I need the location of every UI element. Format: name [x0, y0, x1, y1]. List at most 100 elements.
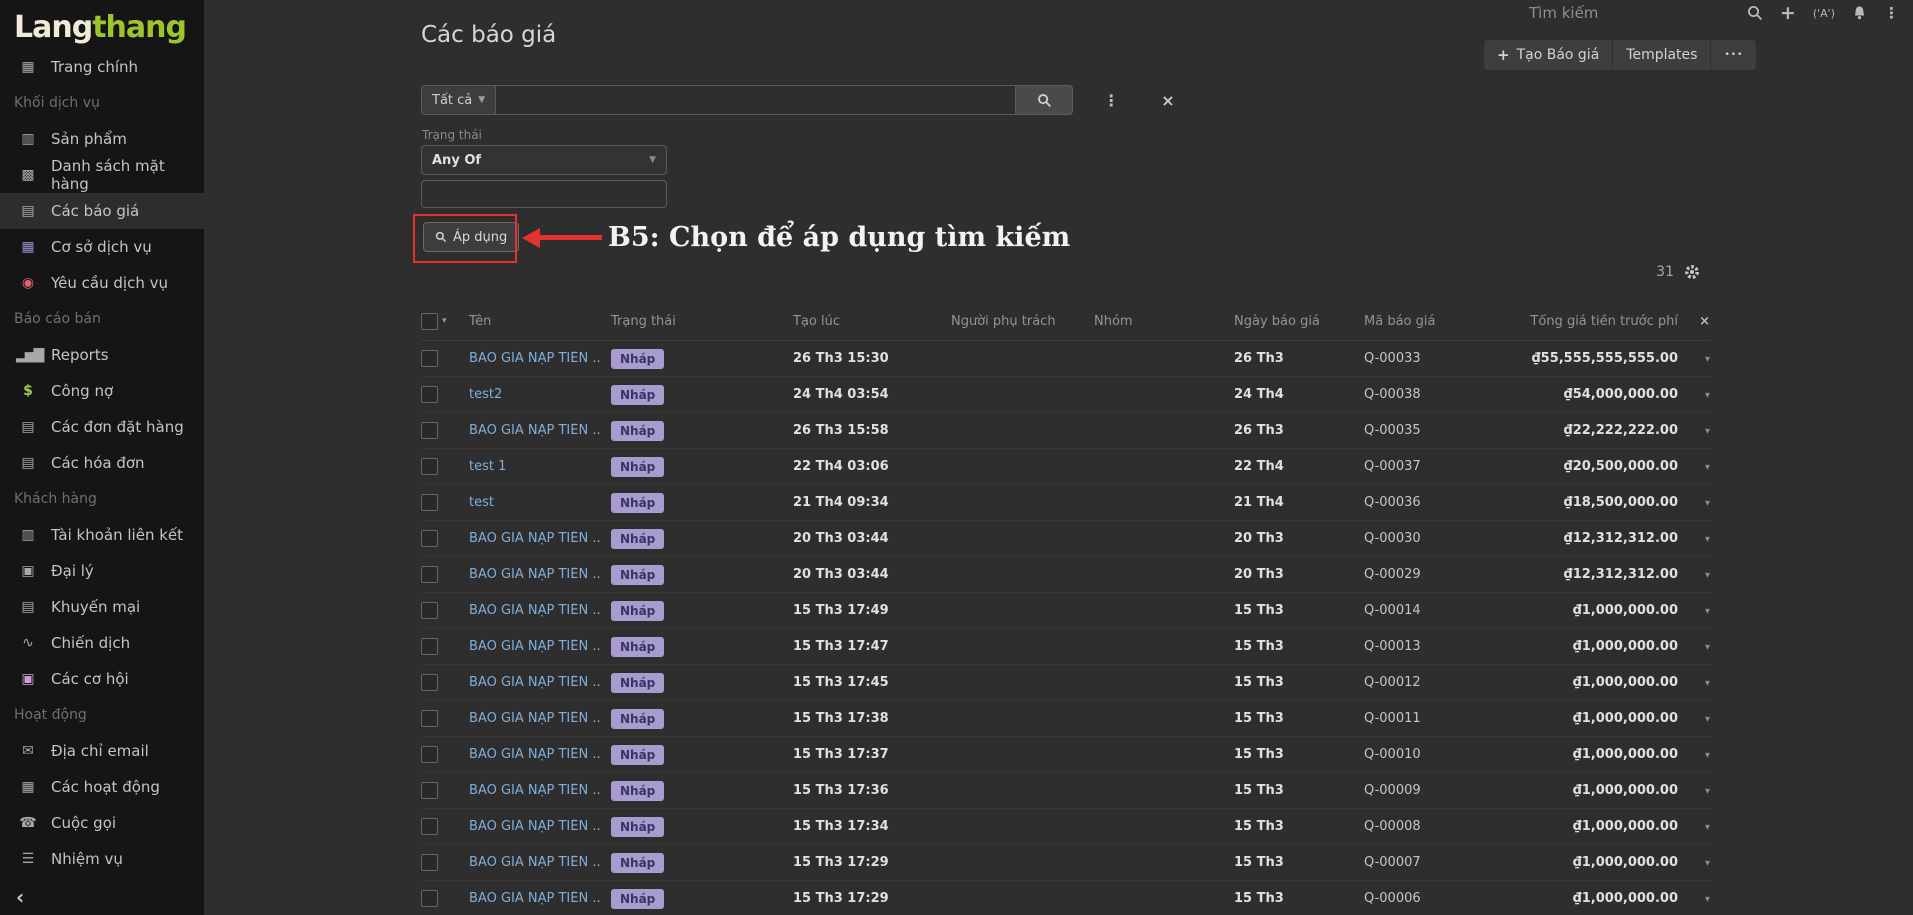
column-header-qnum[interactable]: Mã báo giá — [1354, 314, 1506, 329]
row-checkbox[interactable] — [421, 530, 438, 547]
row-checkbox[interactable] — [421, 818, 438, 835]
row-checkbox[interactable] — [421, 638, 438, 655]
quote-name-link[interactable]: BÁO GIÁ NẠP TIỀN ... — [469, 891, 601, 906]
sidebar-item-dollar[interactable]: $Công nợ — [0, 373, 204, 409]
row-actions-caret-icon[interactable]: ▾ — [1705, 750, 1710, 761]
row-actions-caret-icon[interactable]: ▾ — [1705, 858, 1710, 869]
sidebar-item-service-grid[interactable]: ▦Cơ sở dịch vụ — [0, 229, 204, 265]
sidebar-item-invoice-document[interactable]: ▤Các hóa đơn — [0, 445, 204, 481]
row-checkbox[interactable] — [421, 494, 438, 511]
row-checkbox[interactable] — [421, 602, 438, 619]
row-checkbox[interactable] — [421, 386, 438, 403]
search-options-dots-icon[interactable]: ⋮ — [1103, 91, 1119, 110]
status-cell: Nháp — [601, 601, 783, 621]
row-actions-caret-icon[interactable]: ▾ — [1705, 570, 1710, 581]
sidebar-item-linked-accounts[interactable]: ▥Tài khoản liên kết — [0, 517, 204, 553]
sidebar-item-agent-card[interactable]: ▣Đại lý — [0, 553, 204, 589]
quote-name-link[interactable]: BÁO GIÁ NẠP TIỀN ... — [469, 351, 601, 366]
filter-value-input[interactable] — [421, 180, 667, 208]
quote-name-link[interactable]: BÁO GIÁ NẠP TIỀN ... — [469, 675, 601, 690]
row-actions-caret-icon[interactable]: ▾ — [1705, 534, 1710, 545]
quote-name-link[interactable]: BÁO GIÁ NẠP TIỀN ... — [469, 747, 601, 762]
broadcast-icon[interactable]: ('A') — [1813, 4, 1835, 22]
gear-icon[interactable] — [1684, 264, 1700, 280]
column-header-assigned[interactable]: Người phụ trách — [941, 314, 1084, 329]
row-actions-caret-icon[interactable]: ▾ — [1705, 642, 1710, 653]
row-actions-caret-icon[interactable]: ▾ — [1705, 786, 1710, 797]
quote-name-link[interactable]: BÁO GIÁ NẠP TIỀN ... — [469, 855, 601, 870]
row-checkbox[interactable] — [421, 566, 438, 583]
templates-button[interactable]: Templates — [1613, 40, 1711, 70]
row-actions-caret-icon[interactable]: ▾ — [1705, 714, 1710, 725]
sidebar-collapse-chevron-icon[interactable]: ‹ — [16, 885, 24, 909]
row-actions-caret-icon[interactable]: ▾ — [1705, 390, 1710, 401]
column-header-amount[interactable]: Tổng giá tiền trước phí — [1506, 314, 1680, 329]
sidebar-item-promotion[interactable]: ▤Khuyến mại — [0, 589, 204, 625]
row-checkbox[interactable] — [421, 350, 438, 367]
global-search-label[interactable]: Tìm kiếm — [1529, 4, 1598, 22]
quote-name-link[interactable]: test2 — [469, 387, 502, 402]
quote-name-link[interactable]: BÁO GIÁ NẠP TIỀN ... — [469, 567, 601, 582]
add-icon[interactable]: + — [1780, 4, 1796, 22]
quote-name-link[interactable]: test 1 — [469, 459, 506, 474]
search-input[interactable] — [496, 85, 1016, 115]
create-quote-button[interactable]: +Tạo Báo giá — [1484, 40, 1613, 70]
search-submit-button[interactable] — [1016, 85, 1073, 115]
notifications-bell-icon[interactable] — [1852, 4, 1867, 22]
sidebar-item-opportunity-card[interactable]: ▣Các cơ hội — [0, 661, 204, 697]
row-actions-caret-icon[interactable]: ▾ — [1705, 822, 1710, 833]
sidebar-item-quote-document[interactable]: ▤Các báo giá — [0, 193, 204, 229]
sidebar-item-task-list[interactable]: ☰Nhiệm vụ — [0, 841, 204, 877]
quote-name-link[interactable]: BÁO GIÁ NẠP TIỀN ... — [469, 531, 601, 546]
quote-name-link[interactable]: BÁO GIÁ NẠP TIỀN ... — [469, 711, 601, 726]
select-menu-caret-icon[interactable]: ▾ — [442, 316, 447, 326]
more-actions-button[interactable]: ••• — [1711, 40, 1756, 70]
sidebar-item-service-request-target[interactable]: ◉Yêu cầu dịch vụ — [0, 265, 204, 301]
quote-name-link[interactable]: BÁO GIÁ NẠP TIỀN ... — [469, 423, 601, 438]
row-checkbox[interactable] — [421, 890, 438, 907]
row-actions-caret-icon[interactable]: ▾ — [1705, 606, 1710, 617]
select-all-checkbox[interactable] — [421, 313, 438, 330]
search-scope-button[interactable]: Tất cả▼ — [421, 85, 496, 115]
sidebar-item-item-list[interactable]: ▩Danh sách mặt hàng — [0, 157, 204, 193]
row-select-cell — [421, 458, 459, 475]
search-icon[interactable] — [1747, 4, 1763, 22]
row-checkbox[interactable] — [421, 746, 438, 763]
column-header-name[interactable]: Tên — [459, 314, 601, 329]
row-checkbox[interactable] — [421, 674, 438, 691]
sidebar-item-dashboard-grid[interactable]: ▦Trang chính — [0, 49, 204, 85]
row-checkbox[interactable] — [421, 710, 438, 727]
row-actions-caret-icon[interactable]: ▾ — [1705, 354, 1710, 365]
topbar-menu-dots-icon[interactable]: ⋮ — [1884, 4, 1899, 22]
row-actions-cell: ▾ — [1680, 495, 1710, 510]
row-checkbox[interactable] — [421, 458, 438, 475]
row-actions-caret-icon[interactable]: ▾ — [1705, 894, 1710, 905]
quote-name-link[interactable]: test — [469, 495, 494, 510]
sidebar-item-calendar[interactable]: ▦Các hoạt động — [0, 769, 204, 805]
row-checkbox[interactable] — [421, 854, 438, 871]
row-actions-caret-icon[interactable]: ▾ — [1705, 426, 1710, 437]
quote-name-link[interactable]: BÁO GIÁ NẠP TIỀN ... — [469, 819, 601, 834]
column-header-created[interactable]: Tạo lúc — [783, 314, 941, 329]
app-logo[interactable]: Langthang — [0, 0, 204, 49]
row-checkbox[interactable] — [421, 782, 438, 799]
filter-operator-select[interactable]: Any Of▼ — [421, 145, 667, 175]
row-actions-caret-icon[interactable]: ▾ — [1705, 498, 1710, 509]
sidebar-item-phone[interactable]: ☎Cuộc gọi — [0, 805, 204, 841]
column-header-qdate[interactable]: Ngày báo giá — [1224, 314, 1354, 329]
row-actions-caret-icon[interactable]: ▾ — [1705, 678, 1710, 689]
sidebar-item-bar-chart[interactable]: ▂▅▇Reports — [0, 337, 204, 373]
quote-name-link[interactable]: BÁO GIÁ NẠP TIỀN ... — [469, 783, 601, 798]
column-remove-icon[interactable]: × — [1699, 314, 1710, 329]
sidebar-item-order-document[interactable]: ▤Các đơn đặt hàng — [0, 409, 204, 445]
sidebar-item-product[interactable]: ▥Sản phẩm — [0, 121, 204, 157]
column-header-team[interactable]: Nhóm — [1084, 314, 1224, 329]
sidebar-item-campaign-chart[interactable]: ∿Chiến dịch — [0, 625, 204, 661]
column-header-status[interactable]: Trạng thái — [601, 314, 783, 329]
row-actions-caret-icon[interactable]: ▾ — [1705, 462, 1710, 473]
quote-name-link[interactable]: BÁO GIÁ NẠP TIỀN ... — [469, 639, 601, 654]
sidebar-item-email-envelope[interactable]: ✉Địa chỉ email — [0, 733, 204, 769]
search-clear-icon[interactable]: × — [1161, 91, 1174, 110]
row-checkbox[interactable] — [421, 422, 438, 439]
quote-name-link[interactable]: BÁO GIÁ NẠP TIỀN ... — [469, 603, 601, 618]
